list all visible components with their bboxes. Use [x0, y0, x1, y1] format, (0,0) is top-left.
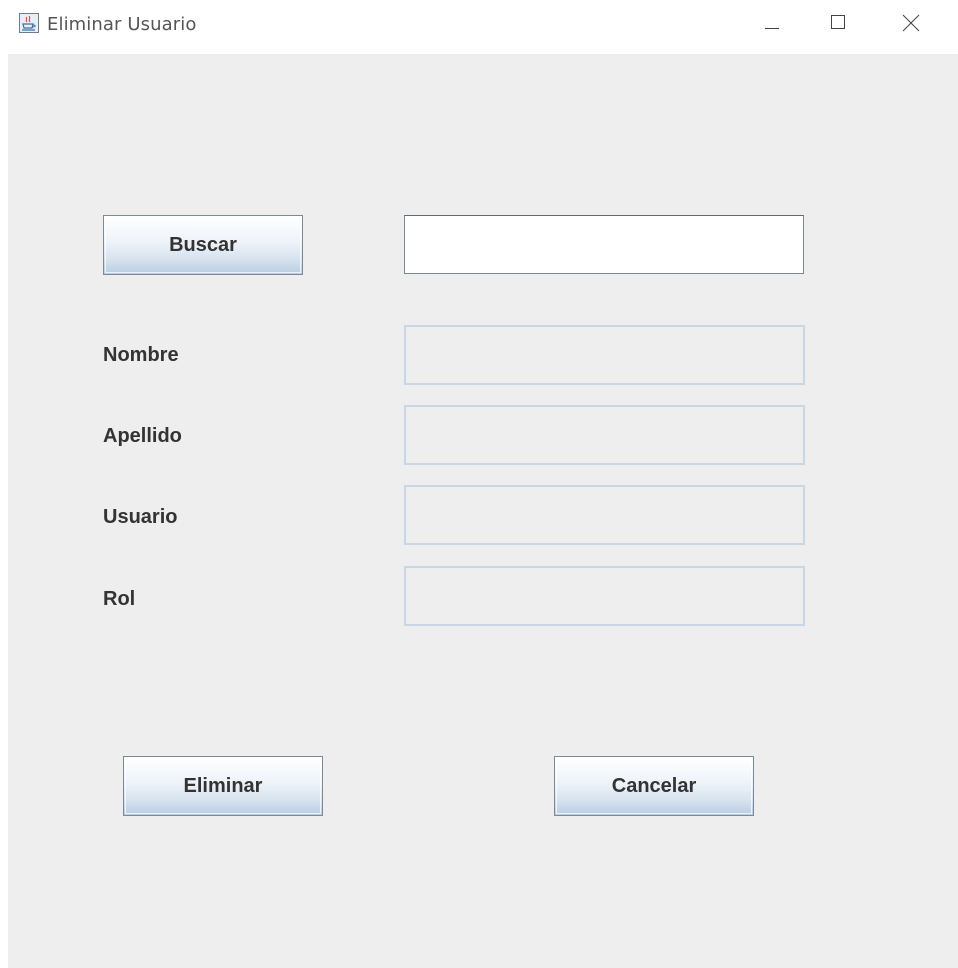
apellido-label: Apellido	[103, 425, 182, 447]
rol-label: Rol	[103, 588, 136, 610]
minimize-icon	[765, 28, 779, 29]
eliminar-usuario-window: Eliminar Usuario Buscar Nombre Apellido …	[0, 0, 958, 968]
buscar-button[interactable]: Buscar	[103, 215, 303, 275]
title-bar[interactable]: Eliminar Usuario	[0, 0, 958, 54]
maximize-button[interactable]	[810, 0, 866, 46]
minimize-button[interactable]	[744, 0, 800, 46]
apellido-field	[404, 405, 805, 465]
cancelar-button[interactable]: Cancelar	[554, 756, 754, 816]
rol-field	[404, 566, 805, 626]
close-icon	[902, 14, 920, 32]
window-title: Eliminar Usuario	[47, 14, 197, 35]
java-cup-icon	[19, 13, 39, 33]
nombre-label: Nombre	[103, 344, 179, 366]
nombre-field	[404, 325, 805, 385]
maximize-icon	[831, 15, 845, 29]
eliminar-button[interactable]: Eliminar	[123, 756, 323, 816]
form-panel: Buscar Nombre Apellido Usuario Rol Elimi…	[8, 54, 958, 968]
search-input[interactable]	[404, 215, 804, 274]
usuario-label: Usuario	[103, 506, 178, 528]
close-button[interactable]	[882, 0, 938, 46]
usuario-field	[404, 485, 805, 545]
